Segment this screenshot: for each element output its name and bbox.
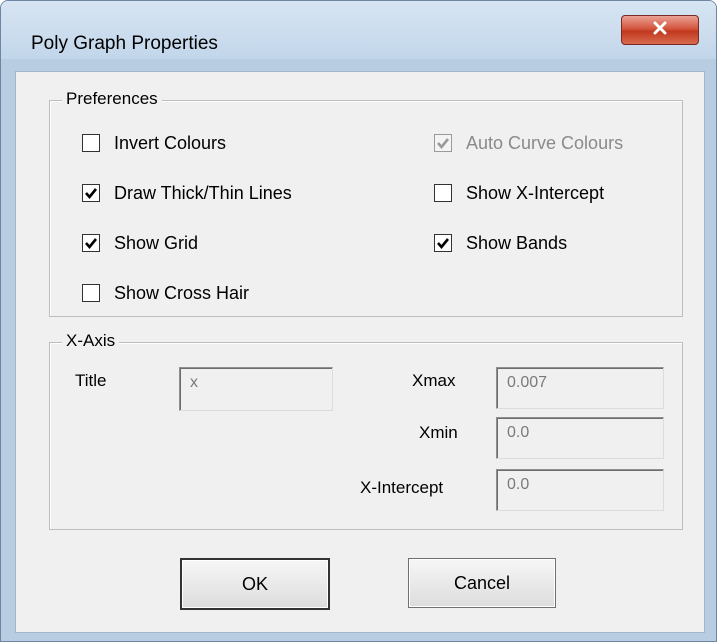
check-mark-icon (437, 238, 450, 250)
auto-curve-colours-checkbox: Auto Curve Colours (434, 131, 623, 155)
show-cross-hair-checkbox[interactable]: Show Cross Hair (82, 281, 249, 305)
checkbox-label: Auto Curve Colours (466, 132, 624, 153)
checkbox-label: Show Cross Hair (114, 282, 250, 303)
xmin-label: Xmin (419, 423, 458, 442)
checkbox-label: Draw Thick/Thin Lines (114, 182, 292, 203)
checkbox-box[interactable] (82, 234, 100, 252)
check-mark-icon (437, 138, 450, 150)
checkbox-label: Invert Colours (114, 132, 227, 153)
x-axis-group: X-Axis Title x Xmax 0.007 Xmin 0.0 X-Int… (49, 331, 683, 530)
ok-button[interactable]: OK (180, 558, 330, 610)
dialog-window: Poly Graph Properties Preferences Invert… (0, 0, 717, 642)
checkbox-box (434, 134, 452, 152)
checkbox-box[interactable] (434, 184, 452, 202)
title-field[interactable]: x (179, 367, 333, 411)
check-mark-icon (85, 188, 98, 200)
draw-thick-thin-lines-checkbox[interactable]: Draw Thick/Thin Lines (82, 181, 292, 205)
preferences-group: Preferences Invert Colours Draw Thick/Th… (49, 89, 683, 317)
preferences-legend: Preferences (62, 89, 162, 109)
checkbox-label: Show Grid (114, 232, 199, 253)
checkbox-box[interactable] (82, 184, 100, 202)
checkbox-box[interactable] (82, 284, 100, 302)
show-grid-checkbox[interactable]: Show Grid (82, 231, 198, 255)
checkbox-box[interactable] (82, 134, 100, 152)
xmin-field[interactable]: 0.0 (496, 417, 664, 459)
xmax-field[interactable]: 0.007 (496, 367, 664, 409)
close-icon (652, 20, 668, 41)
checkbox-box[interactable] (434, 234, 452, 252)
invert-colours-checkbox[interactable]: Invert Colours (82, 131, 226, 155)
x-intercept-field[interactable]: 0.0 (496, 469, 664, 511)
x-axis-legend: X-Axis (62, 331, 120, 351)
check-mark-icon (85, 238, 98, 250)
cancel-button[interactable]: Cancel (408, 558, 556, 608)
dialog-body: Preferences Invert Colours Draw Thick/Th… (15, 71, 705, 633)
x-intercept-label: X-Intercept (360, 478, 444, 497)
show-x-intercept-checkbox[interactable]: Show X-Intercept (434, 181, 604, 205)
close-button[interactable] (621, 15, 699, 45)
checkbox-label: Show X-Intercept (466, 182, 605, 203)
xmax-label: Xmax (412, 371, 456, 390)
title-bar[interactable]: Poly Graph Properties (1, 1, 716, 59)
title-label: Title (75, 371, 107, 390)
window-title: Poly Graph Properties (31, 33, 218, 54)
checkbox-label: Show Bands (466, 232, 568, 253)
show-bands-checkbox[interactable]: Show Bands (434, 231, 567, 255)
